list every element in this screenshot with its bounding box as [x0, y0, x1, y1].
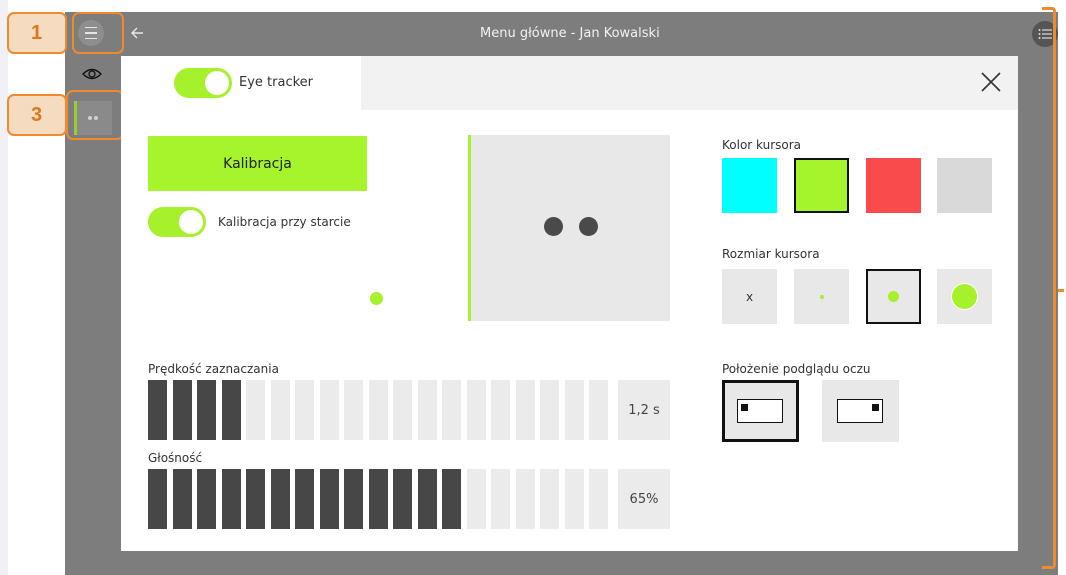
slider-segment[interactable]: [221, 380, 241, 440]
annotation-bracket: [1042, 7, 1056, 569]
close-icon[interactable]: [979, 70, 1003, 94]
slider-segment[interactable]: [540, 380, 559, 440]
eye-preview-position-label: Położenie podglądu oczu: [722, 362, 871, 376]
slider-segment[interactable]: [148, 380, 167, 440]
annotation-outline-1: [72, 12, 124, 54]
slider-segment[interactable]: [564, 469, 584, 529]
slider-segment[interactable]: [589, 380, 608, 440]
volume-label: Głośność: [148, 451, 203, 465]
annotation-badge-1: 1: [7, 12, 67, 54]
eye-preview-position-right[interactable]: [822, 380, 899, 442]
cursor-size-label: Rozmiar kursora: [722, 247, 820, 261]
selection-speed-slider[interactable]: 1,2 s: [148, 380, 670, 440]
slider-segment[interactable]: [515, 380, 535, 440]
slider-segment[interactable]: [246, 380, 265, 440]
slider-segment[interactable]: [442, 380, 461, 440]
cursor-size-none[interactable]: x: [722, 269, 777, 324]
cursor-color-green[interactable]: [794, 158, 849, 213]
slider-segment[interactable]: [417, 469, 437, 529]
eye-dot: [544, 217, 563, 236]
right-edge-strip: [1058, 0, 1066, 575]
slider-segment[interactable]: [344, 380, 363, 440]
eye-tracker-toggle[interactable]: [174, 68, 232, 98]
slider-segment[interactable]: [466, 380, 486, 440]
slider-segment[interactable]: [515, 469, 535, 529]
cursor-size-large[interactable]: [937, 269, 992, 324]
cursor-size-small[interactable]: [794, 269, 849, 324]
annotation-outline-3: [66, 90, 124, 140]
slider-segment[interactable]: [270, 380, 290, 440]
slider-segment[interactable]: [393, 469, 412, 529]
slider-segment[interactable]: [319, 469, 339, 529]
slider-segment[interactable]: [417, 380, 437, 440]
calibrate-on-start-toggle[interactable]: [148, 207, 206, 237]
slider-segment[interactable]: [589, 469, 608, 529]
eye-tracker-settings-dialog: Eye tracker Kalibracja Kalibracja przy s…: [121, 56, 1018, 551]
slider-segment[interactable]: [197, 469, 216, 529]
cursor-size-medium[interactable]: [866, 269, 921, 324]
slider-segment[interactable]: [148, 469, 167, 529]
selection-speed-label: Prędkość zaznaczania: [148, 362, 279, 376]
slider-segment[interactable]: [466, 469, 486, 529]
cursor-color-gray[interactable]: [937, 158, 992, 213]
slider-segment[interactable]: [197, 380, 216, 440]
slider-segment[interactable]: [270, 469, 290, 529]
window-title: Menu główne - Jan Kowalski: [480, 26, 660, 41]
eye-icon[interactable]: [82, 66, 102, 82]
tab-eye-tracker[interactable]: Eye tracker: [121, 56, 361, 110]
eye-preview-position-left[interactable]: [722, 380, 799, 442]
slider-segment[interactable]: [564, 380, 584, 440]
slider-segment[interactable]: [368, 469, 388, 529]
slider-segment[interactable]: [393, 380, 412, 440]
selection-speed-value: 1,2 s: [618, 380, 670, 440]
eye-preview-panel: [468, 135, 670, 321]
arrow-left-icon[interactable]: [126, 22, 148, 44]
tab-bar: Eye tracker: [121, 56, 1018, 110]
cursor-color-cyan[interactable]: [722, 158, 777, 213]
page-background: [0, 0, 65, 575]
tab-label: Eye tracker: [239, 75, 314, 90]
left-edge-strip: [0, 0, 8, 575]
cursor-preview-dot: [370, 292, 383, 305]
slider-segment[interactable]: [540, 469, 559, 529]
annotation-badge-3: 3: [7, 94, 67, 136]
slider-segment[interactable]: [295, 380, 314, 440]
eye-dot: [579, 217, 598, 236]
slider-segment[interactable]: [295, 469, 314, 529]
calibration-button[interactable]: Kalibracja: [148, 136, 367, 191]
slider-segment[interactable]: [319, 380, 339, 440]
volume-value: 65%: [618, 469, 670, 529]
slider-segment[interactable]: [221, 469, 241, 529]
annotation-bracket-tick: [1058, 289, 1064, 292]
cursor-color-red[interactable]: [866, 158, 921, 213]
slider-segment[interactable]: [491, 469, 510, 529]
slider-segment[interactable]: [172, 469, 192, 529]
slider-segment[interactable]: [368, 380, 388, 440]
cursor-color-label: Kolor kursora: [722, 138, 802, 152]
slider-segment[interactable]: [442, 469, 461, 529]
slider-segment[interactable]: [491, 380, 510, 440]
calibrate-on-start-label: Kalibracja przy starcie: [218, 215, 351, 229]
slider-segment[interactable]: [246, 469, 265, 529]
slider-segment[interactable]: [172, 380, 192, 440]
volume-slider[interactable]: 65%: [148, 469, 670, 529]
slider-segment[interactable]: [344, 469, 363, 529]
